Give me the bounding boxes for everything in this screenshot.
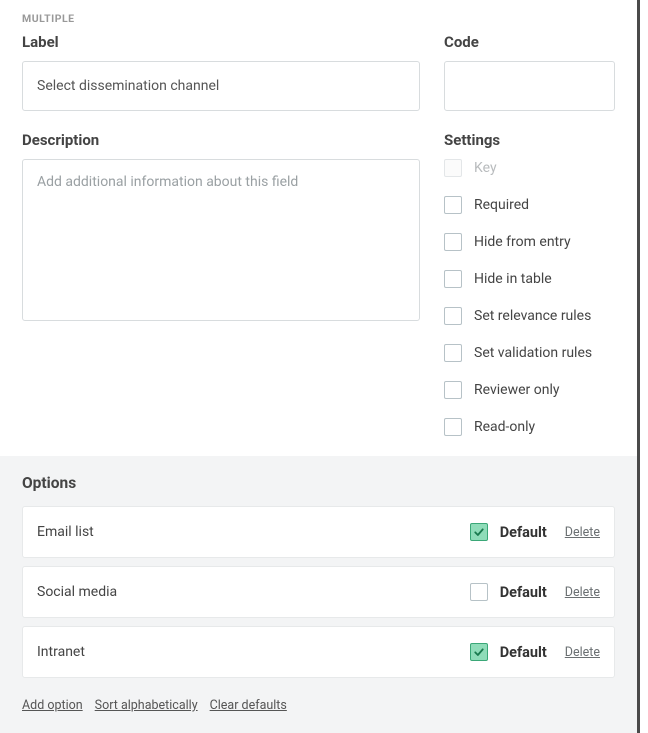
setting-checkbox[interactable] <box>444 418 462 436</box>
option-label: Intranet <box>37 644 470 660</box>
description-textarea[interactable] <box>22 159 420 321</box>
setting-label: Hide in table <box>474 271 552 287</box>
option-label: Email list <box>37 524 470 540</box>
option-delete-button[interactable]: Delete <box>565 645 600 660</box>
setting-checkbox[interactable] <box>444 307 462 325</box>
setting-checkbox[interactable] <box>444 270 462 288</box>
option-default-label: Default <box>500 644 547 661</box>
code-input[interactable] <box>444 61 615 111</box>
setting-label: Set validation rules <box>474 345 592 361</box>
option-row: Intranet Default Delete <box>22 626 615 678</box>
setting-label: Set relevance rules <box>474 308 591 324</box>
clear-defaults-button[interactable]: Clear defaults <box>210 698 287 713</box>
setting-label: Read-only <box>474 419 535 435</box>
setting-item: Set validation rules <box>444 344 615 362</box>
setting-label: Reviewer only <box>474 382 559 398</box>
label-heading: Label <box>22 33 420 51</box>
setting-checkbox <box>444 159 462 177</box>
setting-checkbox[interactable] <box>444 381 462 399</box>
setting-checkbox[interactable] <box>444 344 462 362</box>
setting-label: Hide from entry <box>474 234 571 250</box>
option-default-checkbox[interactable] <box>470 583 488 601</box>
option-row: Email list Default Delete <box>22 506 615 558</box>
option-row: Social media Default Delete <box>22 566 615 618</box>
option-default-checkbox[interactable] <box>470 523 488 541</box>
setting-item: Required <box>444 196 615 214</box>
setting-checkbox[interactable] <box>444 196 462 214</box>
setting-item: Hide in table <box>444 270 615 288</box>
setting-item: Reviewer only <box>444 381 615 399</box>
option-delete-button[interactable]: Delete <box>565 525 600 540</box>
settings-heading: Settings <box>444 131 615 149</box>
setting-item: Hide from entry <box>444 233 615 251</box>
option-default-checkbox[interactable] <box>470 643 488 661</box>
option-delete-button[interactable]: Delete <box>565 585 600 600</box>
setting-item: Read-only <box>444 418 615 436</box>
options-heading: Options <box>22 474 615 492</box>
sort-alphabetically-button[interactable]: Sort alphabetically <box>95 698 198 713</box>
description-heading: Description <box>22 131 420 149</box>
label-input[interactable] <box>22 61 420 111</box>
code-heading: Code <box>444 33 615 51</box>
setting-label: Required <box>474 197 529 213</box>
setting-item: Set relevance rules <box>444 307 615 325</box>
setting-item: Key <box>444 159 615 177</box>
option-default-label: Default <box>500 584 547 601</box>
field-type-badge: MULTIPLE <box>22 12 615 25</box>
option-label: Social media <box>37 584 470 600</box>
option-default-label: Default <box>500 524 547 541</box>
add-option-button[interactable]: Add option <box>22 698 83 713</box>
setting-checkbox[interactable] <box>444 233 462 251</box>
setting-label: Key <box>474 160 497 176</box>
